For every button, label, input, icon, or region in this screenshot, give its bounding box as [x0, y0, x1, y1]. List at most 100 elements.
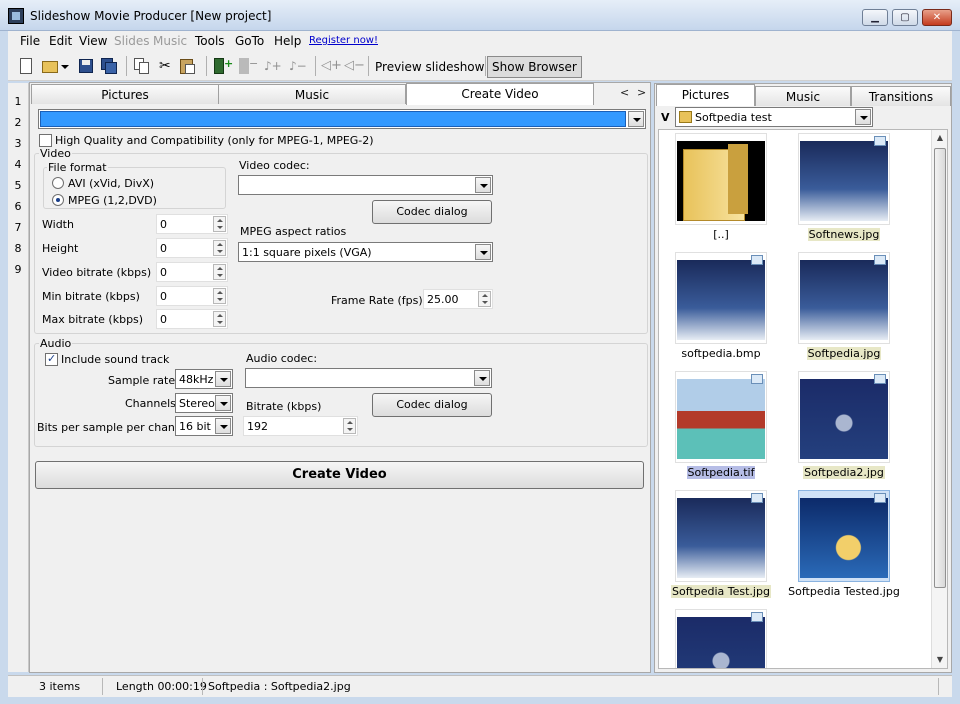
drive-letter[interactable]: V — [661, 111, 670, 124]
title-bar: Slideshow Movie Producer [New project] ▁… — [0, 0, 960, 31]
hq-compat-checkbox[interactable] — [39, 134, 52, 147]
thumbnail-softpedia-jpg[interactable] — [798, 252, 890, 344]
spinner-arrows-icon[interactable] — [213, 288, 226, 304]
thumbnail-parent-folder[interactable] — [675, 133, 767, 225]
preview-slideshow-button[interactable]: Preview slideshow — [370, 56, 489, 78]
scrollbar-thumb[interactable] — [934, 148, 946, 588]
thumbnail-caption: Softpedia2.jpg — [803, 466, 885, 479]
folder-select[interactable]: Softpedia test — [675, 107, 873, 127]
thumbnail-softpedia-tif[interactable] — [675, 371, 767, 463]
minimize-button[interactable]: ▁ — [862, 9, 888, 26]
spinner-arrows-icon[interactable] — [213, 264, 226, 280]
format-avi-radio[interactable] — [52, 177, 64, 189]
image-file-icon — [874, 493, 886, 503]
chevron-down-icon[interactable] — [215, 395, 231, 411]
tab-create-video[interactable]: Create Video — [406, 83, 594, 105]
menu-view[interactable]: View — [79, 34, 107, 48]
close-button[interactable]: ✕ — [922, 9, 952, 26]
output-profile-select[interactable] — [38, 109, 646, 129]
open-folder-icon[interactable] — [41, 57, 59, 75]
tab-pictures[interactable]: Pictures — [31, 84, 219, 104]
image-file-icon — [874, 374, 886, 384]
thumbnail-softpedia-bmp[interactable] — [675, 252, 767, 344]
tab-scroll-right-icon[interactable]: > — [637, 86, 646, 99]
remove-music-icon[interactable]: ♪− — [289, 57, 311, 75]
browser-scrollbar[interactable]: ▲ ▼ — [931, 130, 947, 668]
menu-file[interactable]: File — [20, 34, 40, 48]
chevron-down-icon[interactable] — [855, 109, 871, 125]
include-sound-checkbox[interactable] — [45, 352, 58, 366]
save-icon[interactable] — [77, 57, 95, 75]
status-separator — [938, 678, 939, 695]
tab-browser-pictures[interactable]: Pictures — [656, 84, 755, 106]
volume-down-icon[interactable]: ◁− — [344, 57, 365, 75]
tab-scroll-left-icon[interactable]: < — [620, 86, 629, 99]
channels-select[interactable]: Stereo — [175, 393, 233, 413]
new-file-icon[interactable] — [17, 57, 35, 75]
spinner-arrows-icon[interactable] — [213, 216, 226, 232]
chevron-down-icon[interactable] — [215, 418, 231, 434]
spinner-arrows-icon[interactable] — [343, 418, 356, 434]
menu-help[interactable]: Help — [274, 34, 301, 48]
sample-rate-select[interactable]: 48kHz — [175, 369, 233, 389]
add-slide-icon[interactable]: + — [213, 57, 233, 75]
sample-rate-label: Sample rate: — [108, 374, 179, 387]
menu-goto[interactable]: GoTo — [235, 34, 264, 48]
thumbnail-softpedia-tested[interactable] — [798, 490, 890, 582]
tab-browser-music[interactable]: Music — [755, 86, 851, 106]
format-mpeg-radio[interactable] — [52, 194, 64, 206]
row-number: 9 — [14, 263, 22, 276]
spinner-arrows-icon[interactable] — [213, 311, 226, 327]
save-all-icon[interactable] — [100, 57, 118, 75]
paste-icon[interactable] — [179, 57, 197, 75]
chevron-down-icon[interactable] — [628, 111, 644, 127]
thumbnail-partial[interactable] — [675, 609, 767, 668]
video-codec-select[interactable] — [238, 175, 493, 195]
format-mpeg-label: MPEG (1,2,DVD) — [68, 194, 157, 207]
chevron-down-icon[interactable] — [475, 244, 491, 260]
menu-slides[interactable]: Slides — [114, 34, 150, 48]
channels-label: Channels: — [125, 397, 180, 410]
spinner-arrows-icon[interactable] — [213, 240, 226, 256]
menu-music[interactable]: Music — [153, 34, 187, 48]
chevron-down-icon[interactable] — [215, 371, 231, 387]
audio-bitrate-spinner[interactable]: 192 — [243, 416, 358, 436]
maximize-button[interactable]: ▢ — [892, 9, 918, 26]
image-file-icon — [751, 493, 763, 503]
volume-up-icon[interactable]: ◁+ — [321, 57, 342, 75]
menu-edit[interactable]: Edit — [49, 34, 72, 48]
tab-music[interactable]: Music — [218, 84, 406, 104]
scroll-down-icon[interactable]: ▼ — [932, 652, 947, 668]
copy-icon[interactable] — [133, 57, 151, 75]
tab-browser-transitions[interactable]: Transitions — [851, 86, 951, 106]
scroll-up-icon[interactable]: ▲ — [932, 130, 947, 146]
audio-bitrate-value: 192 — [247, 420, 268, 433]
thumbnail-softnews[interactable] — [798, 133, 890, 225]
video-bitrate-spinner[interactable]: 0 — [156, 262, 228, 282]
thumbnail-softpedia2[interactable] — [798, 371, 890, 463]
show-browser-button[interactable]: Show Browser — [487, 56, 582, 78]
open-dropdown-icon[interactable] — [60, 57, 70, 75]
audio-codec-select[interactable] — [245, 368, 492, 388]
spinner-arrows-icon[interactable] — [478, 291, 491, 307]
register-link[interactable]: Register now! — [309, 35, 378, 46]
aspect-ratio-select[interactable]: 1:1 square pixels (VGA) — [238, 242, 493, 262]
menu-tools[interactable]: Tools — [195, 34, 225, 48]
audio-codec-dialog-button[interactable]: Codec dialog — [372, 393, 492, 417]
thumbnail-softpedia-test[interactable] — [675, 490, 767, 582]
width-spinner[interactable]: 0 — [156, 214, 228, 234]
chevron-down-icon[interactable] — [475, 177, 491, 193]
create-video-button[interactable]: Create Video — [35, 461, 644, 489]
add-music-icon[interactable]: ♪+ — [264, 57, 286, 75]
frame-rate-spinner[interactable]: 25.00 — [423, 289, 493, 309]
max-bitrate-spinner[interactable]: 0 — [156, 309, 228, 329]
height-spinner[interactable]: 0 — [156, 238, 228, 258]
bits-per-sample-select[interactable]: 16 bit — [175, 416, 233, 436]
chevron-down-icon[interactable] — [474, 370, 490, 386]
min-bitrate-spinner[interactable]: 0 — [156, 286, 228, 306]
video-codec-dialog-button[interactable]: Codec dialog — [372, 200, 492, 224]
picture-browser-panel: Pictures Music Transitions V Softpedia t… — [654, 83, 952, 673]
cut-icon[interactable]: ✂ — [156, 57, 174, 75]
remove-slide-icon[interactable]: − — [238, 57, 258, 75]
toolbar-separator — [315, 56, 316, 76]
